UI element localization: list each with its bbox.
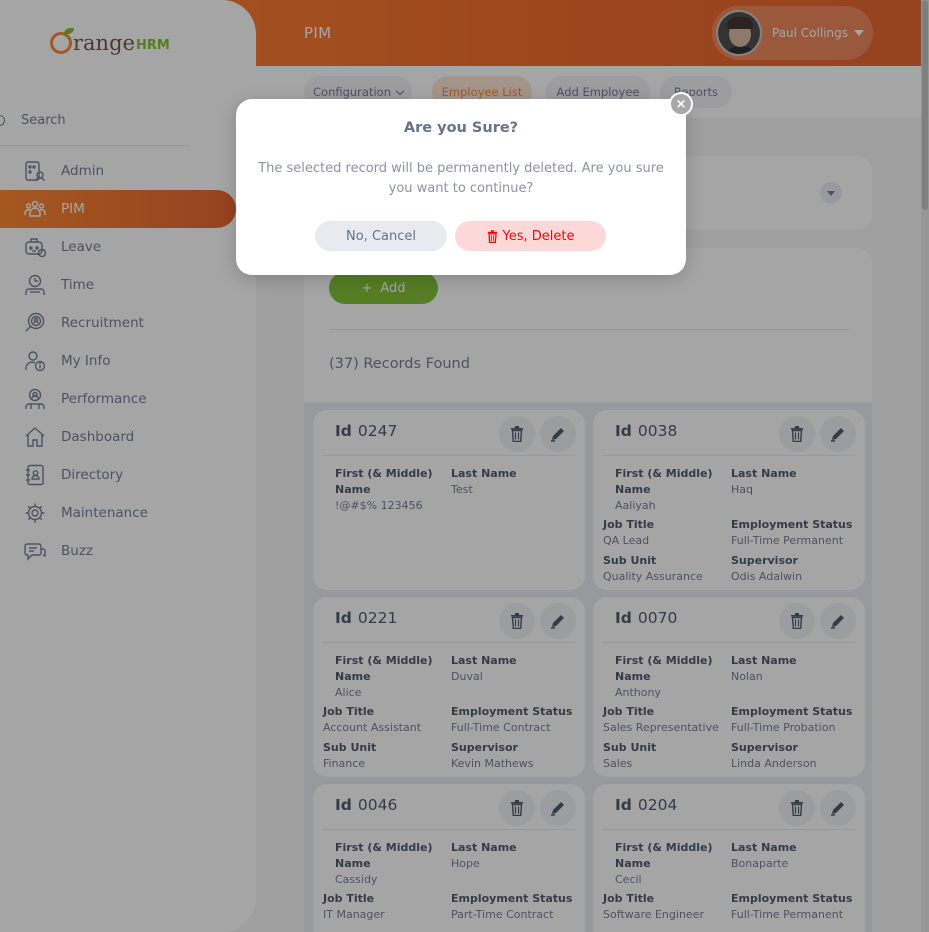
- close-dialog-button[interactable]: ×: [669, 92, 693, 116]
- delete-confirmation-dialog: Are you Sure? The selected record will b…: [236, 99, 686, 275]
- cancel-button-label: No, Cancel: [346, 228, 416, 244]
- dialog-title: Are you Sure?: [403, 120, 519, 136]
- cancel-button[interactable]: No, Cancel: [315, 221, 447, 251]
- confirm-delete-button[interactable]: Yes, Delete: [455, 221, 606, 251]
- close-icon: ×: [675, 96, 687, 112]
- trash-icon: [487, 229, 497, 243]
- dialog-message: The selected record will be permanently …: [258, 161, 664, 196]
- delete-button-label: Yes, Delete: [502, 228, 575, 244]
